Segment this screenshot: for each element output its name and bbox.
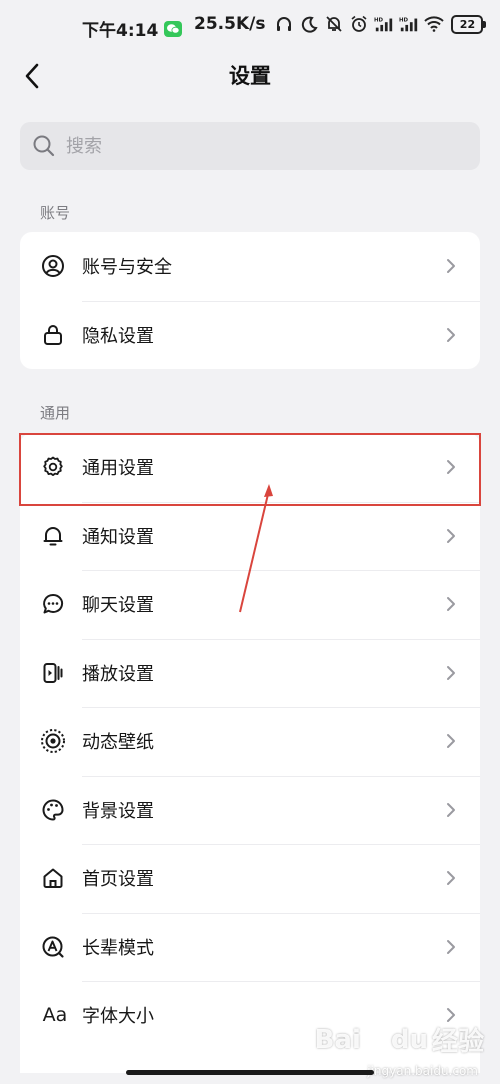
watermark-url: jingyan.baidu.com [367,1064,478,1078]
search-bar[interactable] [20,122,480,170]
wechat-icon [164,20,183,37]
svg-text:HD: HD [399,17,409,23]
settings-item-elder-mode[interactable]: 长辈模式 [20,912,480,982]
chevron-right-icon [444,801,458,819]
moon-icon [299,14,319,34]
section-title-account: 账号 [40,204,71,222]
settings-item-label: 动态壁纸 [82,732,154,754]
chat-bubble-icon [40,591,66,617]
watermark-logo-mark: du [390,1024,428,1055]
headphones-icon [274,14,294,34]
settings-item-background[interactable]: 背景设置 [20,775,480,845]
gear-icon [40,454,66,480]
settings-item-label: 隐私设置 [82,325,154,347]
network-speed: 25.5K/s [194,14,266,34]
battery-indicator: 22 [451,14,487,34]
chevron-right-icon [444,664,458,682]
section-title-general: 通用 [40,404,71,422]
search-input[interactable] [64,134,448,158]
chevron-right-icon [444,869,458,887]
status-bar: 下午4:14 25.5K/s HD HD 22 [0,0,500,56]
general-card: 通用设置 通知设置 聊天设置 播放设置 动态壁纸 背景设置 首页设置 长辈模式 … [20,433,480,1073]
settings-item-label: 播放设置 [82,663,154,685]
settings-item-general[interactable]: 通用设置 [20,433,480,502]
chevron-right-icon [444,458,458,476]
home-indicator [126,1070,374,1075]
settings-item-label: 聊天设置 [82,595,154,617]
alarm-icon [349,14,369,34]
wifi-icon [424,14,445,34]
settings-item-chat[interactable]: 聊天设置 [20,570,480,639]
chevron-right-icon [444,938,458,956]
settings-item-account-security[interactable]: 账号与安全 [20,232,480,301]
settings-item-label: 通知设置 [82,526,154,548]
account-card: 账号与安全 隐私设置 [20,232,480,369]
svg-text:HD: HD [374,17,384,23]
settings-item-label: 背景设置 [82,800,154,822]
font-size-icon: Aa [42,1004,68,1027]
settings-item-label: 通用设置 [82,458,154,480]
home-icon [40,865,66,891]
settings-item-label: 长辈模式 [82,937,154,959]
status-time: 下午4:14 [82,21,159,41]
settings-item-dynamic-wallpaper[interactable]: 动态壁纸 [20,707,480,776]
chevron-right-icon [444,595,458,613]
settings-item-notification[interactable]: 通知设置 [20,501,480,571]
settings-item-label: 账号与安全 [82,257,172,279]
settings-item-homepage[interactable]: 首页设置 [20,844,480,913]
settings-item-privacy[interactable]: 隐私设置 [20,300,480,370]
page-title: 设置 [229,64,271,88]
search-icon [33,135,55,157]
play-device-icon [40,660,66,686]
signal-hd-icon: HD [374,14,394,34]
watermark-logo: Bai [314,1024,361,1055]
mute-bell-icon [324,14,344,34]
chevron-right-icon [444,732,458,750]
paw-icon [365,1029,387,1051]
bell-icon [40,523,66,549]
palette-icon [40,797,66,823]
user-circle-icon [40,253,66,279]
chevron-right-icon [444,527,458,545]
chevron-right-icon [444,326,458,344]
settings-item-playback[interactable]: 播放设置 [20,638,480,708]
lock-icon [40,322,66,348]
settings-item-label: 首页设置 [82,869,154,891]
chevron-right-icon [444,257,458,275]
signal-hd-icon-2: HD [399,14,419,34]
baidu-watermark: Bai du 经验 [315,1021,484,1058]
elder-mode-icon [40,934,66,960]
dynamic-wallpaper-icon [40,728,66,754]
watermark-text: 经验 [431,1027,484,1057]
